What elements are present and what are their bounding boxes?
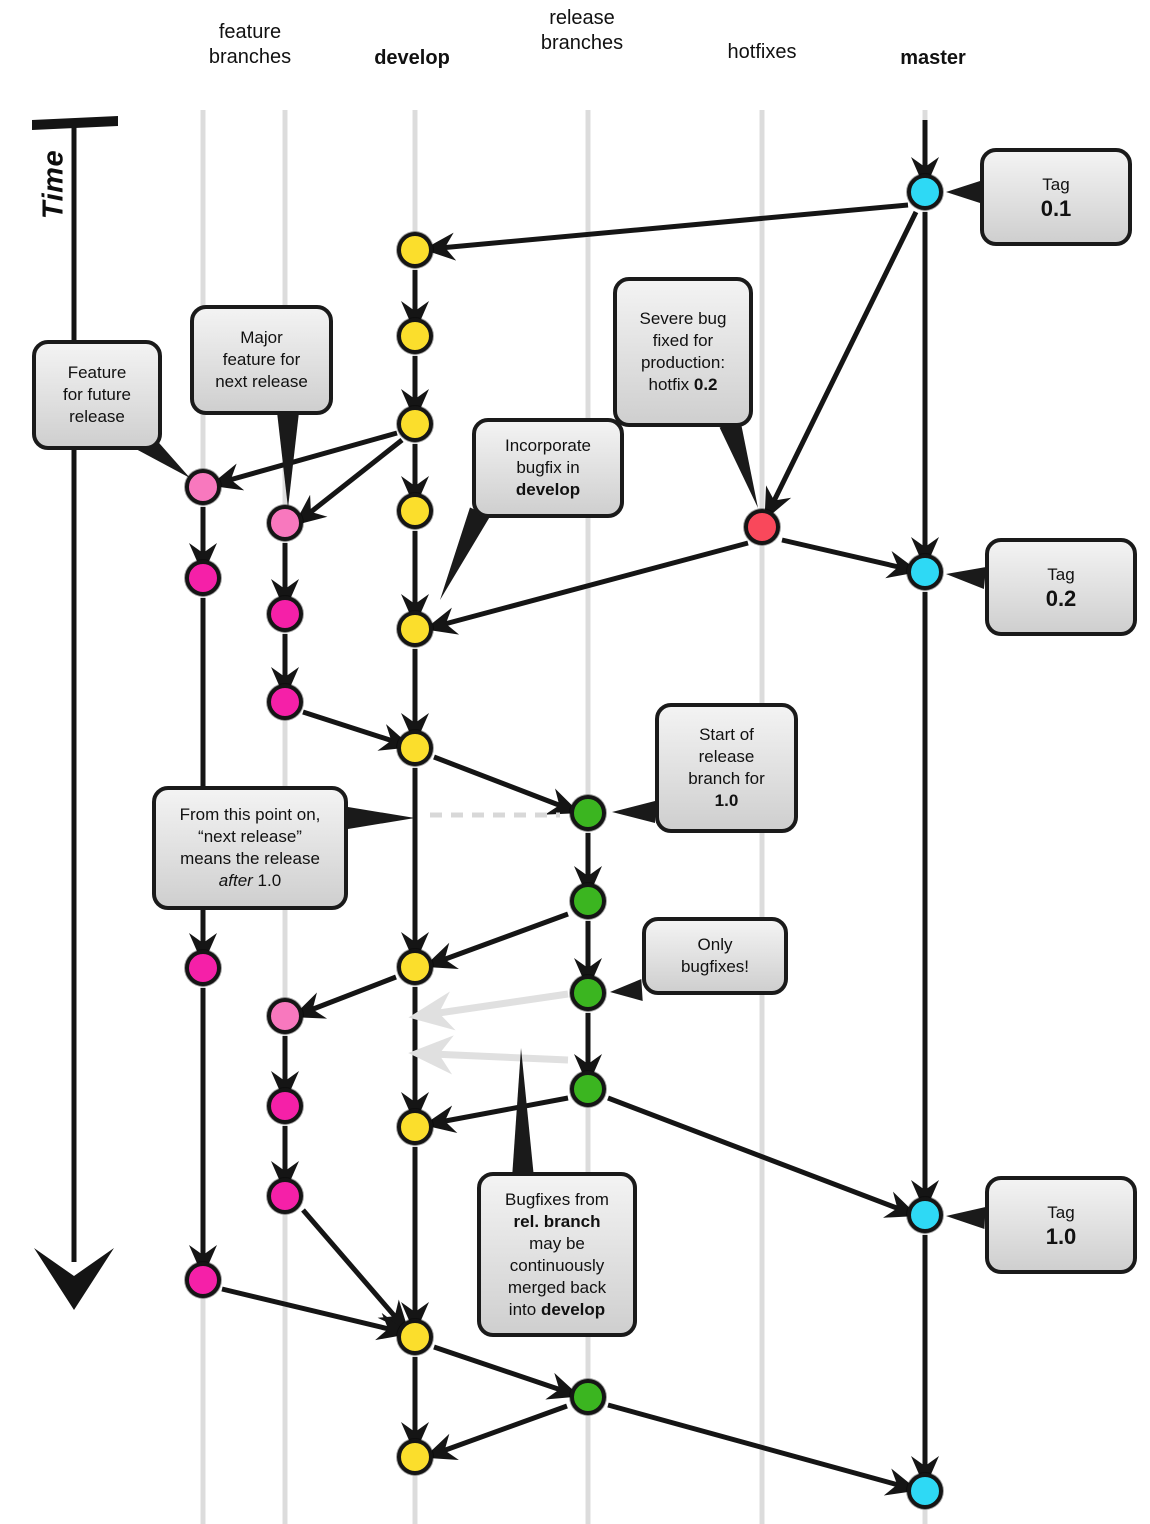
callout-only-bugfixes: Only bugfixes! <box>642 917 788 995</box>
commit-node-m-1.0 <box>907 1197 943 1233</box>
callout-tail-severe-bug-fixed-for-production-hotfix-0-2 <box>719 420 758 508</box>
edge-r5-to-mnext <box>607 1402 919 1496</box>
tag-number: 1.0 <box>1045 1224 1077 1249</box>
edge-fa4-to-d9 <box>221 1286 410 1341</box>
tag-word: Tag <box>1047 565 1075 584</box>
edge-m01-to-hotfix <box>764 210 919 521</box>
commit-node-d-5 <box>397 611 433 647</box>
edge-r5-to-d10 <box>424 1403 568 1461</box>
callout-tag-0-2: Tag 0.2 <box>985 538 1137 636</box>
commit-node-fb-1 <box>267 505 303 541</box>
callout-text-major-feature-for-next-release: Major feature for next release <box>215 328 308 391</box>
column-header-feature-branches: feature branches <box>208 21 292 68</box>
edge-fb3-to-d6 <box>302 709 413 751</box>
commit-node-fb-4 <box>267 998 303 1034</box>
time-axis-arrow <box>32 116 118 1310</box>
commit-node-fa-3 <box>185 950 221 986</box>
commit-node-fb-6 <box>267 1178 303 1214</box>
commit-node-fb-5 <box>267 1088 303 1124</box>
edge-r4-to-m10 <box>607 1095 918 1218</box>
callout-tail-only-bugfixes <box>610 979 643 1001</box>
callout-tail-tag-1-0 <box>946 1207 986 1229</box>
callout-tail-start-of-release-branch-for-1-0 <box>612 801 655 823</box>
callout-text-feature-for-future-release: Feature for future release <box>62 363 132 426</box>
callout-tail-incorporate-bugfix-in-develop <box>440 507 491 600</box>
commit-node-d-10 <box>397 1439 433 1475</box>
edge-d9-to-r5 <box>433 1344 581 1400</box>
edge-fb6-to-d9 <box>301 1208 410 1333</box>
edge-d7-to-fb4 <box>292 974 397 1019</box>
edge-faded-r3-to-develop <box>408 990 569 1031</box>
callout-tail-from-this-point-on-next-release <box>348 807 415 829</box>
callout-tail-tag-0-1 <box>946 181 980 203</box>
callout-tail-major-feature-for-next-release <box>277 412 299 508</box>
callout-tag-0-1: Tag 0.1 <box>980 148 1132 246</box>
commit-node-fa-2 <box>185 560 221 596</box>
edge-m01-to-d1 <box>423 202 909 261</box>
callout-text-incorporate-bugfix-in-develop: Incorporate bugfix in develop <box>505 436 591 499</box>
callout-tag-1-0: Tag 1.0 <box>985 1176 1137 1274</box>
edge-r4-to-d8 <box>423 1095 569 1133</box>
column-header-release-branches: release branches <box>540 7 624 54</box>
callout-start-of-release-branch-for-1-0: Start of release branch for 1.0 <box>655 703 798 833</box>
edge-hotfix-to-m02 <box>781 537 920 579</box>
callout-tail-bugfixes-from-rel-branch-merged-into-develop <box>512 1048 534 1179</box>
commit-node-d-1 <box>397 232 433 268</box>
tag-word: Tag <box>1047 1203 1075 1222</box>
callout-text-tag-0-1: Tag 0.1 <box>996 174 1116 220</box>
commit-node-d-9 <box>397 1319 433 1355</box>
edge-d3-to-fb1 <box>293 438 404 526</box>
time-axis-label: Time <box>37 149 70 220</box>
tag-number: 0.1 <box>1040 196 1072 221</box>
callout-feature-for-future-release: Feature for future release <box>32 340 162 450</box>
tag-number: 0.2 <box>1045 586 1077 611</box>
edge-d3-to-fa1 <box>209 430 398 491</box>
commit-node-m-0.1 <box>907 174 943 210</box>
commit-node-r-5 <box>570 1379 606 1415</box>
callout-tail-tag-0-2 <box>946 567 987 589</box>
edge-faded-r4-to-develop <box>408 1035 569 1075</box>
commit-node-d-7 <box>397 949 433 985</box>
commit-node-h-1 <box>744 509 780 545</box>
commit-node-d-3 <box>397 406 433 442</box>
column-header-master: master <box>900 47 966 69</box>
callout-text-severe-bug-fixed-for-production-hotfix-0-2: Severe bug fixed for production: hotfix 0.2 <box>639 309 727 394</box>
edge-r2-to-d7 <box>424 911 569 969</box>
callout-text-start-of-release-branch-for-1-0: Start of release branch for 1.0 <box>688 725 765 810</box>
callout-from-this-point-on-next-release: From this point on, “next release” means t… <box>152 786 348 910</box>
callout-text-only-bugfixes: Only bugfixes! <box>680 935 750 976</box>
callout-text-tag-0-2: Tag 0.2 <box>1001 564 1121 610</box>
commit-node-r-4 <box>570 1071 606 1107</box>
column-header-hotfixes: hotfixes <box>727 41 797 63</box>
column-header-develop: develop <box>374 47 450 69</box>
callout-severe-bug-fixed-for-production-hotfix-0-2: Severe bug fixed for production: hotfix 0.2 <box>613 277 753 427</box>
commit-node-r-2 <box>570 883 606 919</box>
callout-text-bugfixes-from-rel-branch-merged-into-develop: Bugfixes from rel. branch may be continuous… <box>505 1189 609 1319</box>
callout-major-feature-for-next-release: Major feature for next release <box>190 305 333 415</box>
commit-node-m-next <box>907 1473 943 1509</box>
tag-word: Tag <box>1042 175 1070 194</box>
commit-node-d-8 <box>397 1109 433 1145</box>
commit-node-fb-2 <box>267 596 303 632</box>
commit-node-fa-1 <box>185 469 221 505</box>
commit-node-r-3 <box>570 975 606 1011</box>
commit-node-d-4 <box>397 493 433 529</box>
edge-hotfix-to-d5 <box>424 540 749 635</box>
commit-node-d-6 <box>397 730 433 766</box>
commit-node-d-2 <box>397 318 433 354</box>
commit-node-fb-3 <box>267 684 303 720</box>
callout-bugfixes-from-rel-branch-merged-into-develop: Bugfixes from rel. branch may be continuous… <box>477 1172 637 1337</box>
commit-node-m-0.2 <box>907 554 943 590</box>
callout-incorporate-bugfix-in-develop: Incorporate bugfix in develop <box>472 418 624 518</box>
commit-node-r-1 <box>570 795 606 831</box>
commit-node-fa-4 <box>185 1262 221 1298</box>
edge-d6-to-r1 <box>433 754 580 815</box>
callout-text-from-this-point-on-next-release: From this point on, “next release” means t… <box>179 805 321 890</box>
callout-text-tag-1-0: Tag 1.0 <box>1001 1202 1121 1248</box>
gitflow-diagram: feature branches develop release branches h… <box>0 0 1150 1524</box>
